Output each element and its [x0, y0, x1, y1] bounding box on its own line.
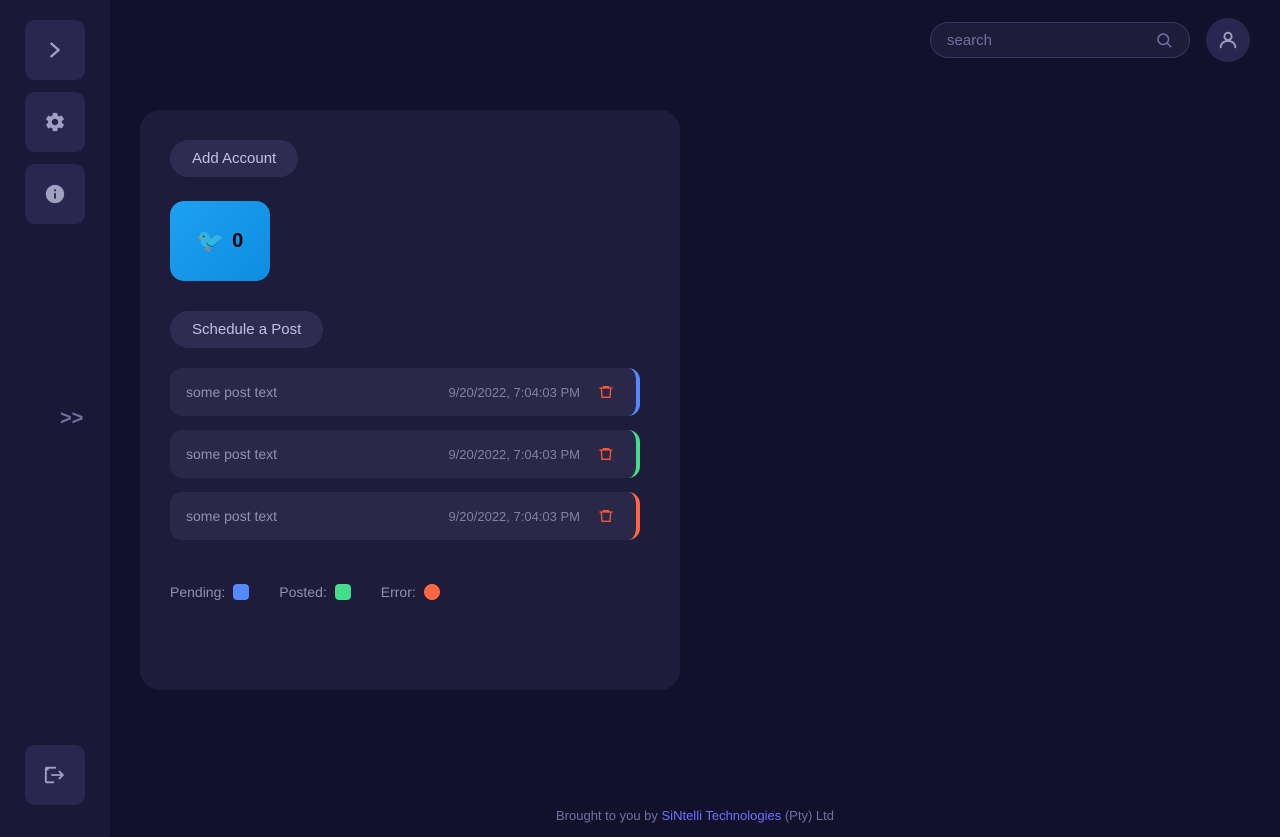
pending-label: Pending: — [170, 584, 225, 600]
pending-legend: Pending: — [170, 584, 249, 600]
twitter-count: 0 — [232, 230, 243, 253]
social-media-card: Add Account 🐦 0 Schedule a Post some pos… — [140, 110, 680, 690]
add-account-button[interactable]: Add Account — [170, 140, 298, 177]
sidebar — [0, 0, 110, 837]
post-item[interactable]: some post text 9/20/2022, 7:04:03 PM — [170, 430, 640, 478]
logout-button[interactable] — [25, 745, 85, 805]
error-label: Error: — [381, 584, 416, 600]
trash-icon — [598, 446, 614, 462]
delete-post-button[interactable] — [592, 506, 620, 526]
footer: Brought to you by SiNtelli Technologies … — [110, 794, 1280, 837]
trash-icon — [598, 384, 614, 400]
delete-post-button[interactable] — [592, 444, 620, 464]
footer-suffix: (Pty) Ltd — [781, 808, 834, 823]
twitter-icon: 🐦 — [197, 228, 224, 254]
pending-dot — [233, 584, 249, 600]
search-button[interactable] — [1155, 31, 1173, 49]
posted-legend: Posted: — [279, 584, 350, 600]
info-icon — [44, 183, 66, 205]
footer-company-link[interactable]: SiNtelli Technologies — [662, 808, 782, 823]
error-dot — [424, 584, 440, 600]
post-date: 9/20/2022, 7:04:03 PM — [448, 509, 580, 524]
user-profile-button[interactable] — [1206, 18, 1250, 62]
logout-icon — [44, 764, 66, 786]
posts-list: some post text 9/20/2022, 7:04:03 PM som… — [170, 368, 650, 554]
post-text: some post text — [186, 508, 448, 524]
header — [110, 0, 1280, 80]
arrow-right-icon — [44, 39, 66, 61]
posted-label: Posted: — [279, 584, 326, 600]
search-icon — [1155, 31, 1173, 49]
gear-icon — [44, 111, 66, 133]
trash-icon — [598, 508, 614, 524]
expand-sidebar-button[interactable] — [25, 20, 85, 80]
main-content: Add Account 🐦 0 Schedule a Post some pos… — [110, 80, 1280, 837]
post-text: some post text — [186, 384, 448, 400]
post-item[interactable]: some post text 9/20/2022, 7:04:03 PM — [170, 492, 640, 540]
twitter-account-card[interactable]: 🐦 0 — [170, 201, 270, 281]
post-text: some post text — [186, 446, 448, 462]
footer-prefix: Brought to you by — [556, 808, 662, 823]
settings-button[interactable] — [25, 92, 85, 152]
schedule-post-button[interactable]: Schedule a Post — [170, 311, 323, 348]
delete-post-button[interactable] — [592, 382, 620, 402]
post-item[interactable]: some post text 9/20/2022, 7:04:03 PM — [170, 368, 640, 416]
sidebar-expand-chevron[interactable]: >> — [60, 407, 83, 430]
info-button[interactable] — [25, 164, 85, 224]
post-date: 9/20/2022, 7:04:03 PM — [448, 385, 580, 400]
search-bar — [930, 22, 1190, 58]
post-date: 9/20/2022, 7:04:03 PM — [448, 447, 580, 462]
posted-dot — [335, 584, 351, 600]
legend: Pending: Posted: Error: — [170, 574, 650, 600]
user-icon — [1217, 29, 1239, 51]
error-legend: Error: — [381, 584, 440, 600]
search-input[interactable] — [947, 32, 1155, 49]
